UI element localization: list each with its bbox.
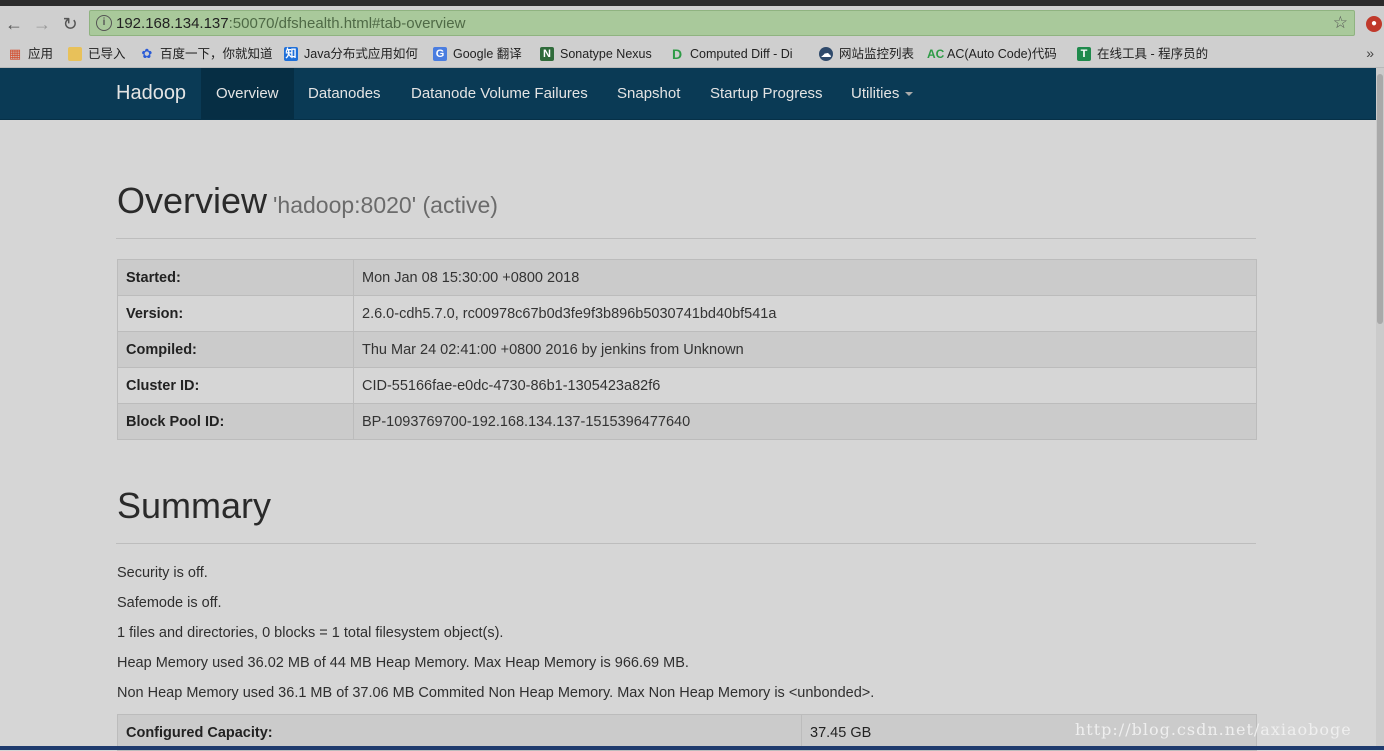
row-value: CID-55166fae-e0dc-4730-86b1-1305423a82f6	[353, 367, 1257, 404]
bookmark-label: Google 翻译	[453, 47, 522, 61]
arrow-left-icon[interactable]: ←	[4, 14, 24, 34]
watermark: http://blog.csdn.net/axiaoboge	[1075, 720, 1352, 739]
caret-down-icon	[905, 92, 914, 97]
ac-icon: AC	[927, 47, 945, 61]
row-key: Version:	[117, 295, 354, 332]
bookmark-label: 应用	[28, 47, 54, 61]
folder-icon	[68, 47, 82, 61]
hadoop-navbar: Hadoop Overview Datanodes Datanode Volum…	[0, 68, 1376, 120]
overview-header: Overview'hadoop:8020' (active)	[116, 176, 1256, 239]
bookmark-monitor[interactable]: ☁ 网站监控列表	[819, 45, 914, 63]
url-text[interactable]: 192.168.134.137:50070/dfshealth.html#tab…	[116, 15, 465, 32]
row-value: Thu Mar 24 02:41:00 +0800 2016 by jenkin…	[353, 331, 1257, 368]
bookmark-diff[interactable]: D Computed Diff - Di	[670, 45, 793, 63]
bookmark-ac[interactable]: AC AC(Auto Code)代码	[927, 45, 1057, 63]
nav-overview[interactable]: Overview	[201, 68, 294, 119]
nav-startup-progress[interactable]: Startup Progress	[695, 68, 838, 119]
summary-header: Summary	[116, 482, 1256, 544]
diff-icon: D	[671, 46, 683, 62]
overview-title: Overview	[117, 180, 268, 221]
summary-title: Summary	[117, 485, 272, 526]
brand-logo[interactable]: Hadoop	[116, 82, 186, 105]
apps-grid-icon: ▦	[8, 46, 22, 61]
summary-line-nonheap: Non Heap Memory used 36.1 MB of 37.06 MB…	[117, 685, 875, 701]
zhihu-icon: 知	[284, 47, 298, 61]
arrow-right-icon[interactable]: →	[32, 14, 52, 34]
bookmark-apps[interactable]: ▦ 应用	[8, 45, 53, 63]
bookmark-nexus[interactable]: N Sonatype Nexus	[540, 45, 652, 63]
reload-icon[interactable]: ↻	[60, 14, 80, 34]
tools-icon: T	[1077, 47, 1091, 61]
summary-line-heap: Heap Memory used 36.02 MB of 44 MB Heap …	[117, 655, 689, 671]
bookmark-tools[interactable]: T 在线工具 - 程序员的	[1077, 45, 1208, 63]
bookmark-label: Sonatype Nexus	[560, 47, 652, 61]
google-translate-icon: G	[433, 47, 447, 61]
bookmark-google-translate[interactable]: G Google 翻译	[433, 45, 522, 63]
summary-line-security: Security is off.	[117, 565, 208, 581]
info-icon[interactable]: i	[96, 15, 112, 31]
bookmark-label: 已导入	[88, 47, 126, 61]
table-row: Block Pool ID: BP-1093769700-192.168.134…	[117, 403, 1257, 440]
row-value: Mon Jan 08 15:30:00 +0800 2018	[353, 259, 1257, 296]
table-row: Version: 2.6.0-cdh5.7.0, rc00978c67b0d3f…	[117, 295, 1257, 332]
page-title: Overview'hadoop:8020' (active)	[117, 180, 498, 222]
summary-line-files: 1 files and directories, 0 blocks = 1 to…	[117, 625, 504, 641]
row-key: Compiled:	[117, 331, 354, 368]
bookmark-label: 网站监控列表	[839, 47, 915, 61]
bookmark-label: AC(Auto Code)代码	[947, 47, 1057, 61]
address-bar[interactable]: i 192.168.134.137:50070/dfshealth.html#t…	[89, 10, 1355, 36]
nav-datanodes[interactable]: Datanodes	[293, 68, 396, 119]
table-row: Compiled: Thu Mar 24 02:41:00 +0800 2016…	[117, 331, 1257, 368]
bookmarks-bar: ▦ 应用 已导入 ✿ 百度一下，你就知道 知 Java分布式应用如何 G Google …	[0, 40, 1384, 68]
monitor-icon: ☁	[819, 47, 833, 61]
browser-toolbar: ← → ↻ i 192.168.134.137:50070/dfshealth.…	[0, 6, 1384, 40]
nav-utilities[interactable]: Utilities	[836, 68, 928, 119]
row-value: BP-1093769700-192.168.134.137-1515396477…	[353, 403, 1257, 440]
nav-utilities-label: Utilities	[851, 85, 900, 102]
nav-datanode-volume-failures[interactable]: Datanode Volume Failures	[396, 68, 603, 119]
scrollbar-thumb[interactable]	[1377, 74, 1383, 324]
row-value: 2.6.0-cdh5.7.0, rc00978c67b0d3fe9f3b896b…	[353, 295, 1257, 332]
extension-icon[interactable]: ●	[1366, 16, 1382, 32]
bookmark-label: Computed Diff - Di	[690, 47, 793, 61]
bookmarks-overflow-icon[interactable]: »	[1366, 45, 1374, 61]
bookmark-label: 百度一下，你就知道	[160, 47, 273, 61]
baidu-paw-icon: ✿	[141, 46, 153, 61]
bookmark-imported[interactable]: 已导入	[68, 45, 126, 63]
row-key: Started:	[117, 259, 354, 296]
row-key: Cluster ID:	[117, 367, 354, 404]
nexus-icon: N	[540, 47, 554, 61]
table-row: Cluster ID: CID-55166fae-e0dc-4730-86b1-…	[117, 367, 1257, 404]
nav-snapshot[interactable]: Snapshot	[602, 68, 695, 119]
bookmark-label: Java分布式应用如何	[304, 47, 418, 61]
bookmark-star-icon[interactable]: ☆	[1333, 13, 1348, 33]
bookmark-zhihu[interactable]: 知 Java分布式应用如何	[284, 45, 418, 63]
bookmark-baidu[interactable]: ✿ 百度一下，你就知道	[140, 45, 273, 63]
row-key: Block Pool ID:	[117, 403, 354, 440]
table-row: Started: Mon Jan 08 15:30:00 +0800 2018	[117, 259, 1257, 296]
overview-subtitle: 'hadoop:8020' (active)	[273, 192, 498, 218]
summary-line-safemode: Safemode is off.	[117, 595, 222, 611]
bookmark-label: 在线工具 - 程序员的	[1097, 47, 1209, 61]
overview-table: Started: Mon Jan 08 15:30:00 +0800 2018 …	[117, 259, 1257, 440]
taskbar-edge	[0, 746, 1384, 750]
